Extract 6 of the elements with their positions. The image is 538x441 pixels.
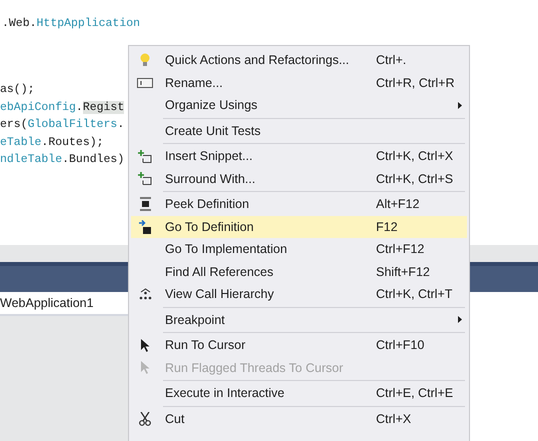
code-line: ers(GlobalFilters.: [0, 117, 124, 134]
code-line: .Web.HttpApplication: [1, 16, 140, 32]
code-line: ebApiConfig.Regist: [0, 100, 124, 116]
code-line: ndleTable.Bundles): [0, 152, 124, 168]
code-line: as();: [0, 82, 35, 98]
code-line: eTable.Routes);: [0, 134, 104, 151]
